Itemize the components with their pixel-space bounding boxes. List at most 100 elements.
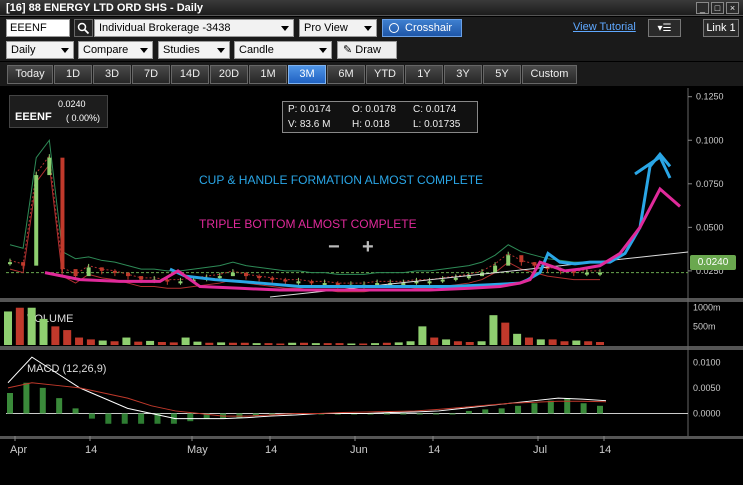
candle-body — [493, 265, 498, 273]
macd-tick-label: 0.0100 — [693, 357, 721, 367]
volume-bar — [134, 341, 143, 345]
menu-button[interactable]: ▾☰ — [648, 19, 681, 37]
volume-bar — [75, 337, 84, 345]
ohlc-low: L: 0.01735 — [413, 119, 461, 130]
candle-body — [21, 262, 26, 266]
close-button[interactable]: × — [726, 2, 739, 14]
search-icon — [77, 22, 90, 35]
period-tab-1d[interactable]: 1D — [54, 65, 92, 84]
macd-histogram-bar — [105, 413, 112, 424]
volume-bar — [347, 343, 356, 345]
volume-bar — [205, 342, 214, 345]
volume-bar — [524, 337, 533, 345]
volume-bar — [560, 341, 569, 345]
candle-body — [86, 267, 91, 277]
link-button[interactable]: Link 1 — [703, 19, 739, 37]
candle-body — [427, 281, 432, 284]
macd-histogram-bar — [531, 403, 538, 414]
chevron-down-icon — [217, 48, 225, 53]
compare-select[interactable]: Compare — [78, 41, 153, 59]
period-tab-14d[interactable]: 14D — [171, 65, 209, 84]
candle-body — [519, 255, 524, 263]
x-tick-label: Jul — [533, 444, 547, 456]
period-tab-20d[interactable]: 20D — [210, 65, 248, 84]
chevron-down-icon — [319, 48, 327, 53]
quote-symbol: EEENF — [15, 111, 52, 123]
period-tab-1y[interactable]: 1Y — [405, 65, 443, 84]
view-label: Pro View — [304, 22, 348, 34]
view-tutorial-link[interactable]: View Tutorial — [573, 21, 636, 33]
period-tab-ytd[interactable]: YTD — [366, 65, 404, 84]
period-tab-custom[interactable]: Custom — [522, 65, 577, 84]
candle-body — [73, 269, 78, 277]
main-toolbar: EEENF Individual Brokerage -3438 Pro Vie… — [0, 17, 743, 39]
maximize-button[interactable]: □ — [711, 2, 724, 14]
chart-type-select[interactable]: Candle — [234, 41, 332, 59]
volume-bar — [169, 342, 178, 345]
macd-tick-label: 0.0000 — [693, 409, 721, 419]
macd-label: MACD (12,26,9) — [27, 363, 106, 375]
last-price-tag: 0.0240 — [690, 255, 736, 270]
zoom-out-button: − — [328, 236, 340, 258]
chevron-down-icon — [364, 26, 372, 31]
period-tab-5y[interactable]: 5Y — [483, 65, 521, 84]
period-tab-6m[interactable]: 6M — [327, 65, 365, 84]
volume-bar — [122, 337, 131, 345]
macd-histogram-bar — [88, 413, 95, 419]
candle-body — [466, 276, 471, 279]
volume-bar — [27, 307, 36, 345]
cup-annotation: CUP & HANDLE FORMATION ALMOST COMPLETE — [199, 173, 483, 187]
candle-body — [230, 272, 235, 277]
candle-body — [335, 283, 340, 286]
period-tab-3y[interactable]: 3Y — [444, 65, 482, 84]
macd-histogram-bar — [121, 413, 128, 424]
draw-button[interactable]: ✎ Draw — [337, 41, 397, 59]
macd-histogram-bar — [7, 393, 13, 414]
volume-bar — [442, 339, 451, 345]
volume-bar — [39, 318, 48, 345]
crosshair-button[interactable]: Crosshair — [382, 19, 462, 37]
chart-toolbar: Daily Compare Studies Candle ✎ Draw — [0, 39, 743, 61]
x-tick-label: 14 — [85, 444, 97, 456]
interval-select[interactable]: Daily — [6, 41, 74, 59]
symbol-input[interactable]: EEENF — [6, 19, 70, 37]
period-tab-7d[interactable]: 7D — [132, 65, 170, 84]
period-tab-1m[interactable]: 1M — [249, 65, 287, 84]
macd-histogram-bar — [56, 398, 63, 414]
menu-icon: ▾☰ — [657, 23, 672, 34]
account-select[interactable]: Individual Brokerage -3438 — [94, 19, 294, 37]
volume-bar — [193, 341, 202, 345]
macd-histogram-bar — [515, 405, 522, 414]
candle-body — [584, 272, 589, 275]
search-button[interactable] — [74, 19, 93, 37]
period-tab-3d[interactable]: 3D — [93, 65, 131, 84]
x-tick-label: Apr — [10, 444, 27, 456]
minimize-button[interactable]: _ — [696, 2, 709, 14]
volume-bar — [430, 337, 439, 345]
volume-bar — [536, 339, 545, 345]
candle-body — [283, 279, 288, 282]
view-select[interactable]: Pro View — [299, 19, 377, 37]
volume-tick-label: 500m — [693, 321, 716, 331]
volume-bar — [477, 341, 486, 345]
period-tab-today[interactable]: Today — [7, 65, 53, 84]
candle-body — [453, 277, 458, 280]
volume-bar — [501, 322, 510, 345]
chart-area[interactable]: 0.12500.10000.07500.05000.0250Apr 14 May 14… — [0, 87, 743, 485]
window-title: [16] 88 ENERGY LTD ORD SHS - Daily — [6, 2, 204, 14]
volume-bar — [300, 342, 308, 345]
volume-tick-label: 1000m — [693, 303, 721, 313]
candle-body — [322, 283, 327, 286]
candle-body — [440, 279, 445, 282]
volume-bar — [311, 343, 320, 345]
studies-select[interactable]: Studies — [158, 41, 230, 59]
x-tick-label: May — [187, 444, 208, 456]
x-tick-label: 14 — [599, 444, 611, 456]
period-tab-3m[interactable]: 3M — [288, 65, 326, 84]
chevron-down-icon — [281, 26, 289, 31]
ohlc-volume: V: 83.6 M — [288, 119, 331, 130]
candle-body — [257, 276, 262, 279]
candle-body — [375, 283, 380, 286]
candle-body — [178, 281, 183, 284]
y-tick-label: 0.0750 — [696, 179, 724, 189]
